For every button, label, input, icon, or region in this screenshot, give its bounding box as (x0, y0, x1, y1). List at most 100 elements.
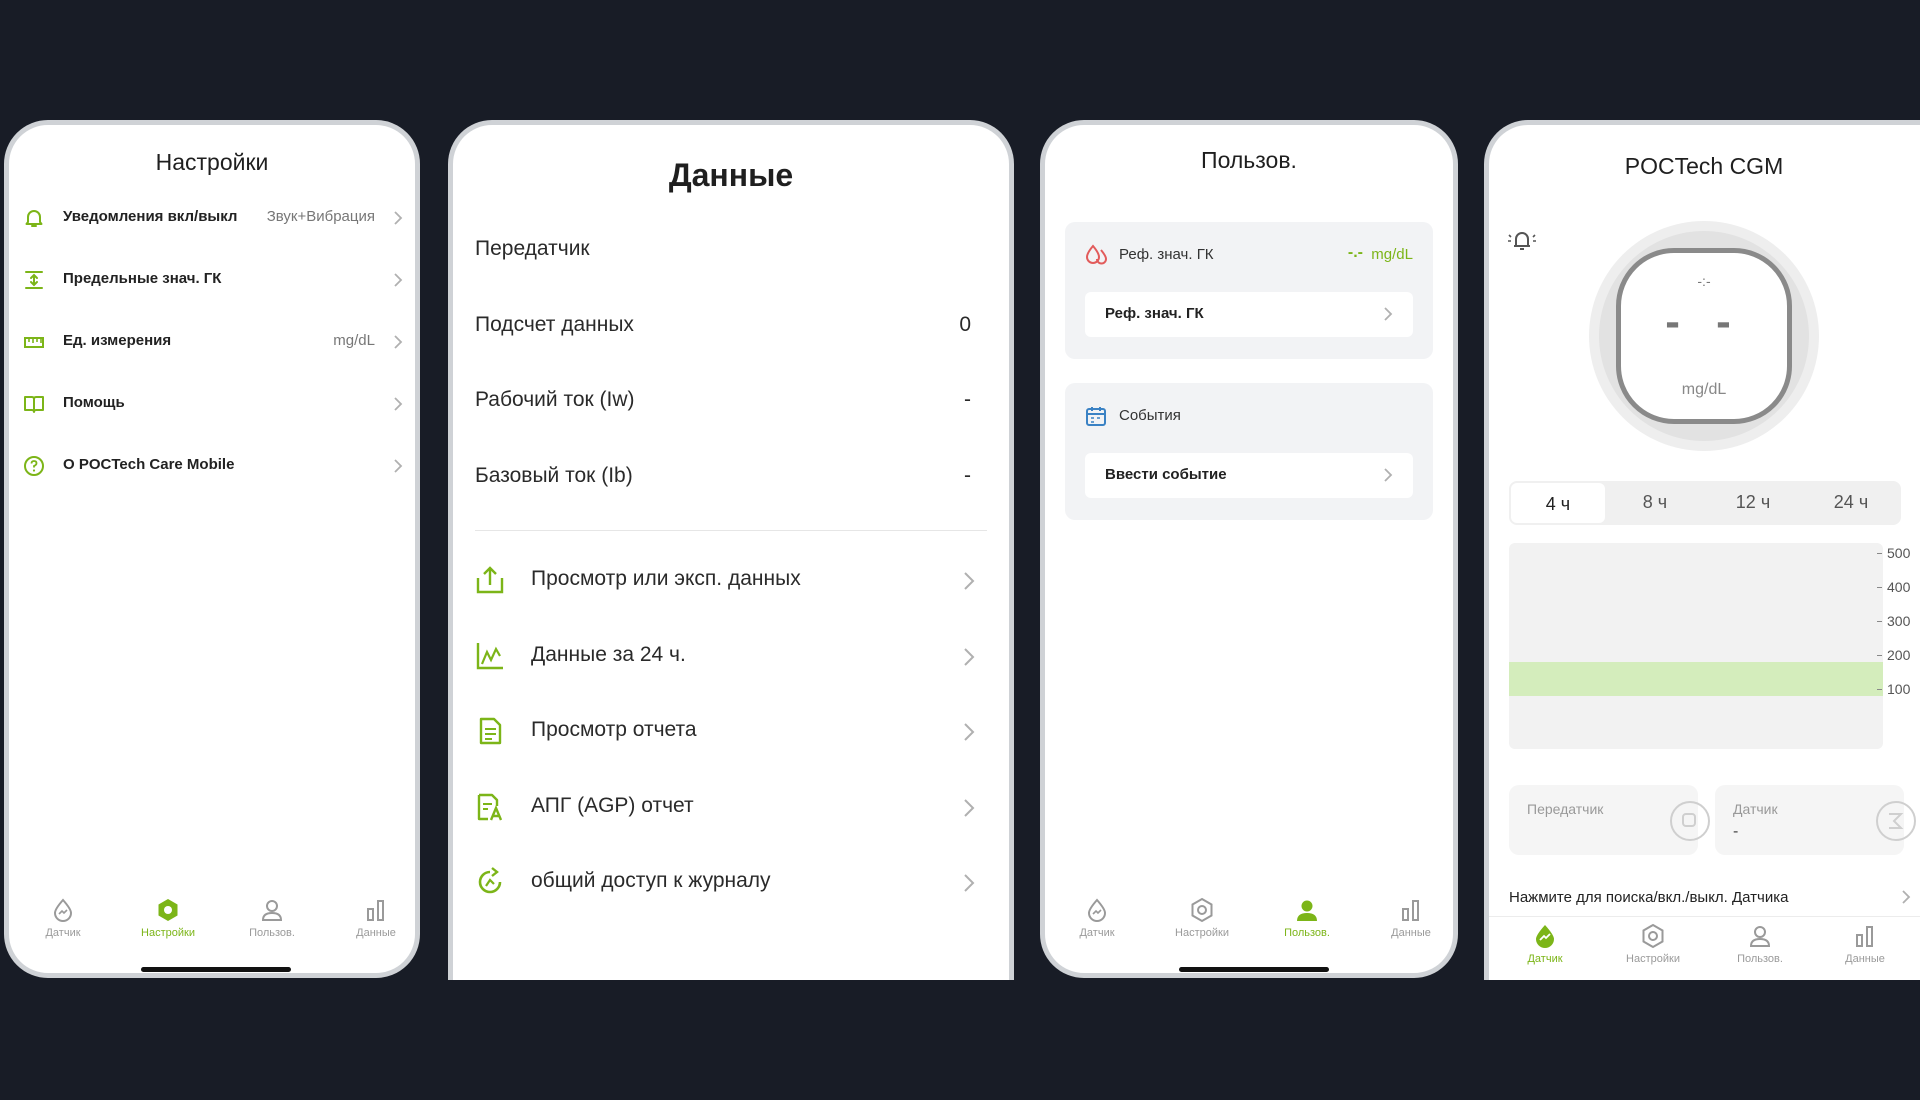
y-axis-tick (1877, 655, 1882, 656)
tab-label: Настройки (1175, 927, 1229, 939)
data-phone: Данные Передатчик Подсчет данных 0 Рабоч… (448, 120, 1014, 980)
gear-icon (158, 899, 178, 921)
info-row-base-current: Базовый ток (Ib) - (453, 442, 1009, 516)
gauge-time: -:- (1697, 273, 1711, 289)
menu-item-report[interactable]: Просмотр отчета (453, 694, 1009, 769)
sensor-icon (1536, 925, 1554, 948)
menu-item-export[interactable]: Просмотр или эксп. данных (453, 543, 1009, 618)
tab-user[interactable]: Пользов. (1710, 923, 1810, 965)
tab-settings[interactable]: Настройки (1152, 897, 1252, 939)
alarm-bell-icon[interactable] (1507, 225, 1537, 255)
tab-settings[interactable]: Настройки (1603, 923, 1703, 965)
page-title: Настройки (155, 149, 269, 175)
chevron-right-icon (394, 211, 403, 225)
cgm-phone: POCTech CGM -:- - - mg/dL 4 ч 8 ч 12 ч 2… (1484, 120, 1920, 980)
tab-data[interactable]: Данные (1361, 897, 1453, 939)
chevron-right-icon (394, 397, 403, 411)
settings-item-units[interactable]: Ед. измерения mg/dL (9, 312, 415, 374)
menu-item-24h-data[interactable]: Данные за 24 ч. (453, 619, 1009, 694)
ref-glucose-button[interactable]: Реф. знач. ГК (1085, 292, 1413, 337)
chevron-right-icon (394, 459, 403, 473)
info-row-transmitter: Передатчик (453, 215, 1009, 289)
settings-item-label: Уведомления вкл/выкл (63, 208, 238, 225)
chevron-right-icon (1902, 890, 1911, 904)
tab-user[interactable]: Пользов. (1257, 897, 1357, 939)
settings-item-notifications[interactable]: Уведомления вкл/выкл Звук+Вибрация (9, 188, 415, 250)
range-option-12h[interactable]: 12 ч (1705, 481, 1801, 525)
tab-data[interactable]: Данные (326, 897, 415, 939)
range-option-4h[interactable]: 4 ч (1511, 483, 1605, 523)
bar-chart-icon (367, 900, 384, 921)
transmitter-label: Передатчик (1527, 801, 1604, 817)
settings-item-help[interactable]: Помощь (9, 374, 415, 436)
tab-data[interactable]: Данные (1815, 923, 1915, 965)
tab-sensor[interactable]: Датчик (1047, 897, 1147, 939)
info-row-label: Передатчик (475, 237, 590, 260)
sensor-card[interactable]: Датчик - (1715, 785, 1916, 855)
menu-item-agp-report[interactable]: АПГ (AGP) отчет (453, 770, 1009, 845)
sensor-search-hint: Нажмите для поиска/вкл./выкл. Датчика (1509, 889, 1789, 906)
chevron-right-icon (1384, 307, 1393, 321)
gauge-face: -:- - - mg/dL (1616, 248, 1792, 424)
tab-sensor[interactable]: Датчик (13, 897, 113, 939)
settings-phone: Настройки Уведомления вкл/выкл Звук+Вибр… (4, 120, 420, 978)
tab-label: Данные (356, 927, 396, 939)
tab-sensor[interactable]: Датчик (1495, 923, 1595, 965)
report-icon (479, 717, 502, 745)
info-row-label: Рабочий ток (Iw) (475, 388, 635, 411)
info-row-working-current: Рабочий ток (Iw) - (453, 366, 1009, 440)
chevron-right-icon (964, 648, 975, 666)
enter-event-button[interactable]: Ввести событие (1085, 453, 1413, 498)
range-option-24h[interactable]: 24 ч (1803, 481, 1899, 525)
menu-item-label: Просмотр отчета (531, 718, 697, 741)
chevron-right-icon (964, 874, 975, 892)
section-divider (475, 530, 987, 531)
settings-item-label: О POCTech Care Mobile (63, 456, 235, 473)
ref-glucose-unit: mg/dL (1371, 246, 1413, 263)
info-row-value: - (964, 464, 971, 487)
bottom-tab-bar: Датчик Настройки Пользов. Данные (1489, 923, 1920, 980)
tab-label: Настройки (141, 927, 195, 939)
settings-item-label: Помощь (63, 394, 125, 411)
settings-item-value: mg/dL (333, 332, 375, 349)
sensor-value: - (1733, 823, 1739, 840)
glucose-chart: 500 400 300 200 100 (1509, 543, 1920, 751)
page-title: POCTech CGM (1624, 153, 1784, 179)
user-icon (1297, 900, 1317, 921)
tab-label: Данные (1391, 927, 1431, 939)
gear-icon (1191, 897, 1213, 923)
settings-item-label: Предельные знач. ГК (63, 270, 222, 287)
bottom-tab-bar: Датчик Настройки Пользов. Данные (1045, 897, 1453, 967)
question-icon (24, 456, 44, 476)
settings-item-label: Ед. измерения (63, 332, 172, 349)
page-title: Данные (668, 157, 794, 193)
y-axis-tick-label: 400 (1887, 579, 1911, 595)
y-axis-tick (1877, 587, 1882, 588)
events-card: События Ввести событие (1065, 383, 1433, 520)
tab-label: Пользов. (1284, 927, 1330, 939)
bar-chart-icon (1402, 900, 1419, 921)
tab-label: Пользов. (1737, 953, 1783, 965)
y-axis-tick (1877, 689, 1882, 690)
tab-label: Настройки (1626, 953, 1680, 965)
info-row-value: 0 (959, 313, 971, 336)
info-row-value: - (964, 388, 971, 411)
bottom-tab-bar: Датчик Настройки Пользов. Данные (9, 897, 415, 967)
menu-item-label: Просмотр или эксп. данных (531, 567, 801, 590)
tab-user[interactable]: Пользов. (222, 897, 322, 939)
range-option-8h[interactable]: 8 ч (1607, 481, 1703, 525)
transmitter-card[interactable]: Передатчик (1509, 785, 1710, 855)
home-indicator (1179, 967, 1329, 972)
line-chart-icon (476, 643, 503, 670)
sensor-search-row[interactable]: Нажмите для поиска/вкл./выкл. Датчика (1509, 883, 1919, 913)
bell-icon (25, 210, 43, 227)
chevron-right-icon (964, 799, 975, 817)
settings-item-glucose-limits[interactable]: Предельные знач. ГК (9, 250, 415, 312)
menu-item-share-log[interactable]: общий доступ к журналу (453, 845, 1009, 920)
sensor-icon (53, 898, 73, 922)
page-title: Пользов. (1201, 147, 1297, 173)
tab-settings[interactable]: Настройки (118, 897, 218, 939)
tab-divider (1489, 916, 1920, 917)
settings-item-about[interactable]: О POCTech Care Mobile (9, 436, 415, 498)
ref-glucose-header-label: Реф. знач. ГК (1119, 246, 1214, 263)
